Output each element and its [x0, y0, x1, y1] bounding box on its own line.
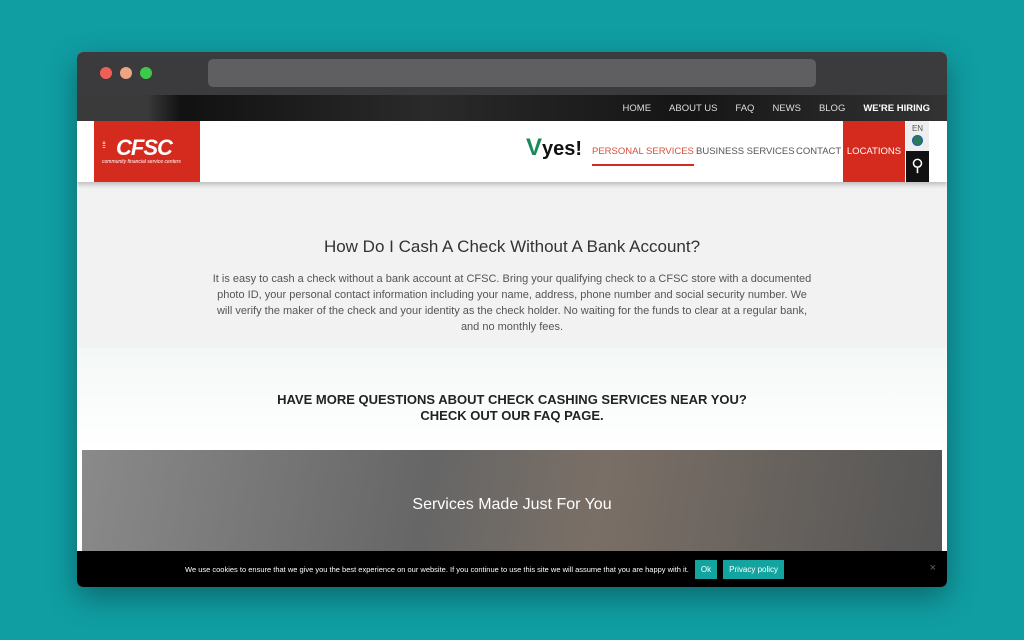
- cfsc-logo[interactable]: ⁞⁞ CFSC community financial service cent…: [94, 121, 200, 182]
- address-bar[interactable]: [208, 59, 816, 87]
- services-banner: Services Made Just For You: [82, 450, 942, 551]
- page-title: How Do I Cash A Check Without A Bank Acc…: [323, 237, 701, 256]
- logo-tagline: community financial service centers: [102, 159, 181, 165]
- close-icon[interactable]: ×: [930, 562, 936, 574]
- article-body: It is easy to cash a check without a ban…: [212, 273, 812, 333]
- yes-logo[interactable]: Vyes!: [526, 134, 582, 162]
- language-label: EN: [911, 124, 924, 133]
- yes-text: yes!: [542, 138, 583, 160]
- logo-grid-icon: ⁞⁞: [102, 140, 106, 150]
- nav-faq[interactable]: FAQ: [735, 103, 754, 114]
- nav-about-us[interactable]: ABOUT US: [669, 103, 717, 114]
- close-window-button[interactable]: [100, 67, 112, 79]
- browser-window: HOME ABOUT US FAQ NEWS BLOG WE'RE HIRING…: [77, 52, 947, 587]
- nav-contact[interactable]: CONTACT: [796, 146, 841, 157]
- globe-icon: [912, 135, 923, 146]
- language-selector[interactable]: EN: [906, 121, 929, 151]
- faq-line-1: HAVE MORE QUESTIONS ABOUT CHECK CASHING …: [277, 392, 747, 407]
- search-button[interactable]: ⚲: [906, 151, 929, 182]
- nav-blog[interactable]: BLOG: [819, 103, 845, 114]
- check-mark-icon: V: [526, 134, 543, 161]
- nav-business-services[interactable]: BUSINESS SERVICES: [696, 146, 795, 157]
- nav-home[interactable]: HOME: [623, 103, 652, 114]
- top-nav: HOME ABOUT US FAQ NEWS BLOG WE'RE HIRING: [77, 95, 947, 121]
- cookie-message: We use cookies to ensure that we give yo…: [185, 564, 689, 574]
- minimize-window-button[interactable]: [120, 67, 132, 79]
- article-section: How Do I Cash A Check Without A Bank Acc…: [77, 182, 947, 348]
- faq-callout: HAVE MORE QUESTIONS ABOUT CHECK CASHING …: [77, 348, 947, 450]
- search-icon: ⚲: [911, 156, 924, 175]
- cookie-banner: We use cookies to ensure that we give yo…: [77, 551, 947, 587]
- nav-personal-services[interactable]: PERSONAL SERVICES: [592, 146, 694, 166]
- maximize-window-button[interactable]: [140, 67, 152, 79]
- nav-hiring[interactable]: WE'RE HIRING: [863, 103, 930, 114]
- logo-text: CFSC: [116, 135, 173, 160]
- nav-news[interactable]: NEWS: [772, 103, 801, 114]
- site-header: ⁞⁞ CFSC community financial service cent…: [77, 121, 947, 182]
- privacy-policy-button[interactable]: Privacy policy: [723, 559, 785, 579]
- cookie-ok-button[interactable]: Ok: [694, 559, 718, 579]
- title-bar: [77, 52, 947, 95]
- faq-link[interactable]: CHECK OUT OUR FAQ PAGE.: [77, 408, 947, 424]
- locations-button[interactable]: LOCATIONS: [843, 121, 905, 182]
- services-title: Services Made Just For You: [412, 496, 612, 513]
